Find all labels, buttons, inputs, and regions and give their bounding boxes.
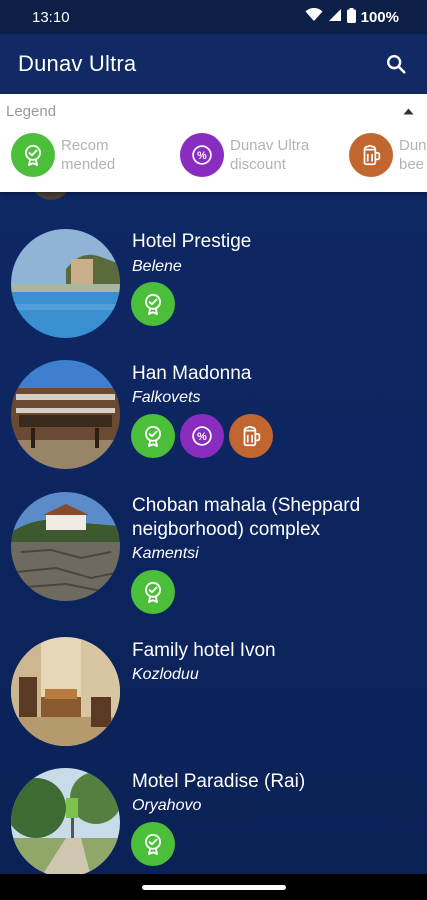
legend-label-recommended: Recom mended xyxy=(61,136,115,174)
hotel-name: Motel Paradise (Rai) xyxy=(132,771,306,792)
hotel-badges xyxy=(131,414,273,458)
hotel-name: Family hotel Ivon xyxy=(132,640,276,661)
beer-icon xyxy=(229,414,273,458)
app-screen: 13:10 100% Dunav Ultra Legend Recom mend… xyxy=(0,0,427,900)
app-bar: Dunav Ultra xyxy=(0,34,427,94)
discount-icon xyxy=(180,414,224,458)
hotel-town: Oryahovo xyxy=(132,797,202,814)
legend-label-beer: Dun bee xyxy=(399,136,427,174)
app-title: Dunav Ultra xyxy=(18,51,137,76)
hotel-photo xyxy=(11,229,120,338)
status-time: 13:10 xyxy=(32,8,70,26)
hotel-badges xyxy=(131,822,175,866)
hotel-town: Kozloduu xyxy=(132,666,199,683)
recommended-icon xyxy=(131,414,175,458)
recommended-icon xyxy=(11,133,55,177)
hotel-list[interactable]: Hotel Prestige Belene Han Madonna Falkov… xyxy=(0,192,427,874)
hotel-photo xyxy=(11,360,120,469)
hotel-photo xyxy=(11,637,120,746)
legend-label-discount: Dunav Ultra discount xyxy=(230,136,309,174)
hotel-name: Hotel Prestige xyxy=(132,231,252,252)
recommended-icon xyxy=(131,570,175,614)
hotel-badges xyxy=(131,570,175,614)
hotel-photo-partial xyxy=(31,192,71,200)
hotel-name: Choban mahala (Sheppard neigborhood) com… xyxy=(132,495,361,540)
legend-item-discount: Dunav Ultra discount xyxy=(180,133,309,177)
legend-label-line2: bee xyxy=(399,156,425,173)
legend-label-line1: Recom xyxy=(61,137,109,154)
home-gesture-handle[interactable] xyxy=(141,884,286,890)
legend-title: Legend xyxy=(6,102,57,120)
status-bar: 13:10 100% xyxy=(0,0,427,34)
signal-icon xyxy=(328,8,342,26)
legend-item-beer: Dun bee xyxy=(349,133,427,177)
collapse-arrow-icon[interactable] xyxy=(401,104,415,118)
system-nav-bar xyxy=(0,874,427,900)
hotel-name: Han Madonna xyxy=(132,363,252,384)
search-icon[interactable] xyxy=(381,49,411,79)
legend-label-line2: mended xyxy=(61,156,116,173)
hotel-photo xyxy=(11,768,120,874)
legend-items: Recom mended Dunav Ultra discount Dun be… xyxy=(0,122,427,192)
recommended-icon xyxy=(131,822,175,866)
legend-label-line2: discount xyxy=(230,156,286,173)
status-icons: 100% xyxy=(305,7,399,27)
legend-panel: Legend Recom mended Dunav Ultra discount xyxy=(0,94,427,192)
recommended-icon xyxy=(131,282,175,326)
hotel-town: Belene xyxy=(132,258,182,275)
battery-icon xyxy=(346,7,356,27)
legend-item-recommended: Recom mended xyxy=(11,133,115,177)
hotel-town: Kamentsi xyxy=(132,545,199,562)
discount-icon xyxy=(180,133,224,177)
hotel-badges xyxy=(131,282,175,326)
hotel-town: Falkovets xyxy=(132,389,201,406)
hotel-photo xyxy=(11,492,120,601)
legend-header[interactable]: Legend xyxy=(0,94,427,122)
beer-icon xyxy=(349,133,393,177)
legend-label-line1: Dunav Ultra xyxy=(230,137,310,154)
wifi-icon xyxy=(305,7,323,26)
battery-percent: 100% xyxy=(360,8,399,26)
legend-label-line1: Dun xyxy=(399,137,427,154)
